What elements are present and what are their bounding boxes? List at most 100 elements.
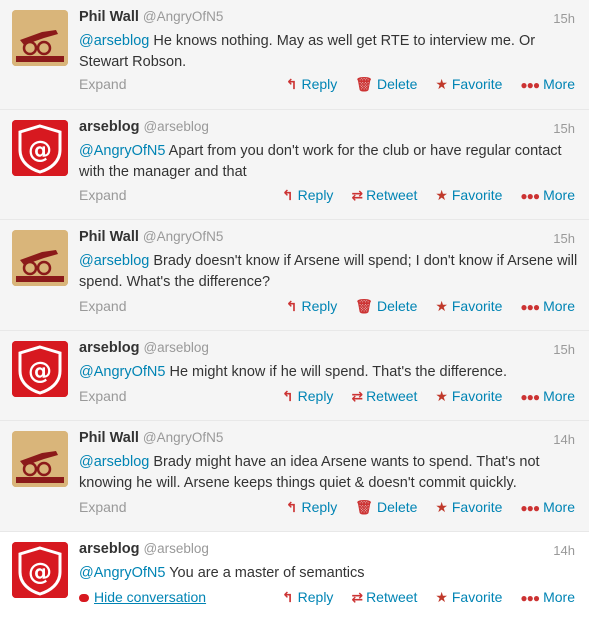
more-button[interactable]: ●●● More (520, 298, 575, 314)
tweet-timestamp[interactable]: 15h (553, 231, 575, 246)
user-handle[interactable]: @AngryOfN5 (143, 229, 223, 244)
svg-text:@: @ (28, 357, 52, 385)
delete-button[interactable]: 🗑︎ Delete (355, 76, 417, 92)
expand-link[interactable]: Expand (79, 296, 126, 316)
tweet[interactable]: Phil Wall @AngryOfN5 15h @arseblog He kno… (0, 0, 589, 110)
star-icon: ★ (435, 589, 448, 605)
more-button[interactable]: ●●● More (520, 76, 575, 92)
tweet-actions: Expand ↰ Reply 🗑︎ Delete ★ Favorite ●●● More (79, 497, 575, 517)
user-handle[interactable]: @arseblog (143, 119, 209, 134)
avatar[interactable]: @ (12, 120, 68, 176)
user-name[interactable]: arseblog (79, 119, 139, 135)
tweet[interactable]: @ arseblog @arseblog 15h @AngryOfN5 Apart… (0, 110, 589, 220)
avatar[interactable] (12, 230, 68, 286)
tweet[interactable]: Phil Wall @AngryOfN5 14h @arseblog Brady … (0, 421, 589, 532)
tweet[interactable]: Phil Wall @AngryOfN5 15h @arseblog Brady … (0, 220, 589, 331)
more-button[interactable]: ●●● More (520, 589, 575, 605)
user-handle[interactable]: @AngryOfN5 (143, 430, 223, 445)
avatar[interactable]: @ (12, 341, 68, 397)
more-button[interactable]: ●●● More (520, 187, 575, 203)
tweet-body: You are a master of semantics (165, 565, 365, 581)
favorite-button[interactable]: ★ Favorite (435, 298, 502, 314)
user-handle[interactable]: @arseblog (143, 541, 209, 556)
reply-icon: ↰ (285, 76, 298, 92)
more-dots-icon: ●●● (520, 390, 540, 404)
cannon-logo-icon (12, 431, 68, 487)
user-handle[interactable]: @arseblog (143, 340, 209, 355)
reply-icon: ↰ (281, 187, 294, 203)
retweet-icon: ⇄ (351, 187, 363, 203)
expand-link[interactable]: Expand (79, 185, 126, 205)
tweet-timestamp[interactable]: 15h (553, 342, 575, 357)
reply-button[interactable]: ↰ Reply (286, 76, 338, 92)
more-button[interactable]: ●●● More (520, 499, 575, 515)
reply-button[interactable]: ↰ Reply (282, 187, 334, 203)
cannon-logo-icon (12, 230, 68, 286)
arseblog-logo-icon: @ (12, 120, 68, 176)
hide-conversation-link[interactable]: Hide conversation (79, 587, 206, 607)
mention-link[interactable]: @arseblog (79, 454, 149, 470)
tweet-timestamp[interactable]: 15h (553, 121, 575, 136)
more-dots-icon: ●●● (520, 300, 540, 314)
expand-link[interactable]: Expand (79, 74, 126, 94)
favorite-button[interactable]: ★ Favorite (435, 589, 502, 605)
arseblog-logo-icon: @ (12, 542, 68, 598)
tweet-timestamp[interactable]: 15h (553, 11, 575, 26)
tweet-timestamp[interactable]: 14h (553, 432, 575, 447)
retweet-button[interactable]: ⇄ Retweet (351, 589, 417, 605)
tweet-text: @arseblog He knows nothing. May as well … (79, 31, 579, 73)
tweet-actions: Expand ↰ Reply ⇄ Retweet ★ Favorite ●●● More (79, 185, 575, 205)
avatar[interactable] (12, 10, 68, 66)
mention-link[interactable]: @arseblog (79, 253, 149, 269)
expand-link[interactable]: Expand (79, 386, 126, 406)
favorite-button[interactable]: ★ Favorite (435, 388, 502, 404)
conversation-bubble-icon (79, 594, 89, 602)
retweet-icon: ⇄ (351, 589, 363, 605)
mention-link[interactable]: @arseblog (79, 33, 149, 49)
user-name[interactable]: Phil Wall (79, 9, 139, 25)
reply-icon: ↰ (285, 298, 298, 314)
user-name[interactable]: arseblog (79, 340, 139, 356)
favorite-button[interactable]: ★ Favorite (435, 499, 502, 515)
tweet-text: @AngryOfN5 Apart from you don't work for… (79, 141, 579, 183)
more-dots-icon: ●●● (520, 189, 540, 203)
tweet[interactable]: @ arseblog @arseblog 14h @AngryOfN5 You a… (0, 532, 589, 618)
reply-icon: ↰ (285, 499, 298, 515)
tweet-actions: Expand ↰ Reply 🗑︎ Delete ★ Favorite ●●● More (79, 296, 575, 316)
reply-button[interactable]: ↰ Reply (282, 589, 334, 605)
more-dots-icon: ●●● (520, 591, 540, 605)
mention-link[interactable]: @AngryOfN5 (79, 364, 165, 380)
more-button[interactable]: ●●● More (520, 388, 575, 404)
svg-text:@: @ (28, 558, 52, 586)
reply-icon: ↰ (281, 589, 294, 605)
expand-link[interactable]: Expand (79, 497, 126, 517)
retweet-button[interactable]: ⇄ Retweet (351, 187, 417, 203)
tweet-timestamp[interactable]: 14h (553, 543, 575, 558)
favorite-button[interactable]: ★ Favorite (435, 187, 502, 203)
delete-button[interactable]: 🗑︎ Delete (355, 298, 417, 314)
tweet-actions: Hide conversation ↰ Reply ⇄ Retweet ★ Favor… (79, 587, 575, 607)
tweet-timeline: Phil Wall @AngryOfN5 15h @arseblog He kno… (0, 0, 589, 618)
mention-link[interactable]: @AngryOfN5 (79, 565, 165, 581)
tweet[interactable]: @ arseblog @arseblog 15h @AngryOfN5 He mi… (0, 331, 589, 421)
tweet-body: He might know if he will spend. That's t… (165, 364, 508, 380)
reply-button[interactable]: ↰ Reply (282, 388, 334, 404)
reply-button[interactable]: ↰ Reply (286, 499, 338, 515)
user-name[interactable]: Phil Wall (79, 430, 139, 446)
user-name[interactable]: arseblog (79, 541, 139, 557)
user-name[interactable]: Phil Wall (79, 229, 139, 245)
star-icon: ★ (435, 187, 448, 203)
tweet-body: Brady doesn't know if Arsene will spend;… (79, 253, 578, 290)
reply-button[interactable]: ↰ Reply (286, 298, 338, 314)
avatar[interactable]: @ (12, 542, 68, 598)
retweet-button[interactable]: ⇄ Retweet (351, 388, 417, 404)
trash-icon: 🗑︎ (355, 76, 373, 92)
avatar[interactable] (12, 431, 68, 487)
star-icon: ★ (435, 388, 448, 404)
tweet-text: @AngryOfN5 He might know if he will spen… (79, 362, 579, 383)
favorite-button[interactable]: ★ Favorite (435, 76, 502, 92)
tweet-text: @arseblog Brady doesn't know if Arsene w… (79, 251, 579, 293)
delete-button[interactable]: 🗑︎ Delete (355, 499, 417, 515)
mention-link[interactable]: @AngryOfN5 (79, 143, 165, 159)
user-handle[interactable]: @AngryOfN5 (143, 9, 223, 24)
